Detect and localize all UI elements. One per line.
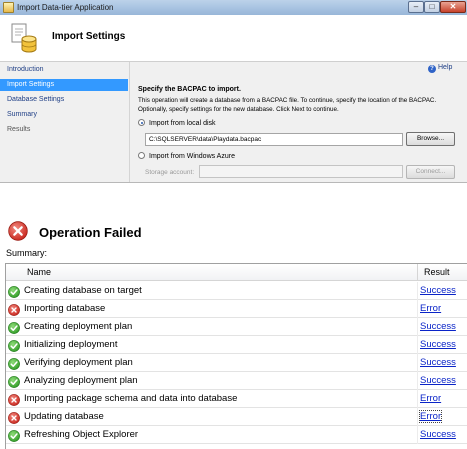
help-link[interactable]: ? Help — [428, 64, 452, 73]
row-divider — [417, 426, 418, 444]
table-row[interactable]: Creating deployment plan Success — [6, 318, 467, 336]
row-divider — [417, 372, 418, 390]
help-label: Help — [438, 64, 453, 71]
column-header-result[interactable]: Result — [424, 267, 450, 277]
check-icon — [8, 321, 20, 334]
nav-item-database-settings[interactable]: Database Settings — [0, 94, 128, 106]
table-row[interactable]: Importing package schema and data into d… — [6, 390, 467, 408]
table-row[interactable]: Refreshing Object Explorer Success — [6, 426, 467, 444]
success-link[interactable]: Success — [420, 321, 456, 332]
radio-azure[interactable] — [138, 152, 145, 159]
operation-title: Operation Failed — [39, 225, 142, 240]
error-icon — [8, 411, 20, 424]
success-link[interactable]: Success — [420, 339, 456, 350]
table-row[interactable]: Importing database Error — [6, 300, 467, 318]
connect-button: Connect... — [406, 165, 455, 179]
error-link[interactable]: Error — [420, 393, 441, 404]
row-divider — [417, 300, 418, 318]
section-heading: Specify the BACPAC to import. — [138, 86, 241, 93]
storage-account-input — [199, 165, 403, 178]
error-link[interactable]: Error — [418, 410, 443, 423]
section-description: This operation will create a database fr… — [138, 97, 437, 113]
column-divider[interactable] — [417, 264, 418, 281]
import-local-label: Import from local disk — [149, 120, 216, 127]
table-row[interactable]: Updating database Error — [6, 408, 467, 426]
success-link[interactable]: Success — [420, 429, 456, 440]
row-divider — [417, 282, 418, 300]
row-divider — [417, 390, 418, 408]
error-icon — [8, 393, 20, 406]
import-wizard-window: Import Data-tier Application – □ ✕ Impor… — [0, 0, 467, 183]
page-title: Import Settings — [52, 31, 126, 42]
title-bar[interactable]: Import Data-tier Application – □ ✕ — [0, 0, 467, 15]
error-icon — [8, 303, 20, 316]
nav-item-results: Results — [7, 126, 31, 133]
row-name: Updating database — [24, 411, 104, 422]
grid-header: Name Result — [6, 264, 467, 281]
check-icon — [8, 429, 20, 442]
check-icon — [8, 339, 20, 352]
nav-item-introduction[interactable]: Introduction — [0, 64, 128, 76]
row-name: Importing package schema and data into d… — [24, 393, 238, 404]
minimize-button[interactable]: – — [408, 1, 424, 13]
wizard-nav: Introduction Import Settings Database Se… — [0, 62, 130, 182]
close-button[interactable]: ✕ — [440, 1, 466, 13]
error-icon — [8, 221, 28, 241]
row-name: Creating database on target — [24, 285, 142, 296]
storage-account-label: Storage account: — [145, 169, 195, 176]
row-name: Refreshing Object Explorer — [24, 429, 139, 440]
row-divider — [417, 408, 418, 426]
table-row[interactable]: Verifying deployment plan Success — [6, 354, 467, 372]
database-import-icon — [11, 23, 37, 53]
row-name: Initializing deployment — [24, 339, 118, 350]
check-icon — [8, 357, 20, 370]
summary-label: Summary: — [6, 248, 48, 258]
import-azure-option[interactable]: Import from Windows Azure — [138, 152, 235, 161]
maximize-button[interactable]: □ — [424, 1, 440, 13]
help-icon: ? — [428, 65, 436, 73]
results-grid: Name Result Creating database on target S… — [5, 263, 467, 449]
success-link[interactable]: Success — [420, 357, 456, 368]
success-link[interactable]: Success — [420, 285, 456, 296]
app-icon — [3, 2, 14, 13]
error-link[interactable]: Error — [420, 303, 441, 314]
row-name: Creating deployment plan — [24, 321, 133, 332]
nav-item-import-settings[interactable]: Import Settings — [0, 79, 128, 91]
browse-button[interactable]: Browse... — [406, 132, 455, 146]
radio-local[interactable] — [138, 119, 145, 126]
row-name: Verifying deployment plan — [24, 357, 133, 368]
row-divider — [417, 354, 418, 372]
column-header-name[interactable]: Name — [27, 267, 51, 277]
table-row[interactable]: Creating database on target Success — [6, 282, 467, 300]
row-name: Importing database — [24, 303, 106, 314]
import-local-option[interactable]: Import from local disk — [138, 119, 216, 128]
success-link[interactable]: Success — [420, 375, 456, 386]
bacpac-path-input[interactable] — [145, 133, 403, 146]
nav-item-summary[interactable]: Summary — [0, 109, 128, 121]
window-title: Import Data-tier Application — [17, 3, 114, 12]
wizard-header: Import Settings — [0, 15, 467, 62]
table-row[interactable]: Analyzing deployment plan Success — [6, 372, 467, 390]
row-divider — [417, 318, 418, 336]
wizard-content: ? Help Specify the BACPAC to import. This… — [131, 62, 467, 182]
row-divider — [417, 336, 418, 354]
check-icon — [8, 285, 20, 298]
check-icon — [8, 375, 20, 388]
import-azure-label: Import from Windows Azure — [149, 153, 235, 160]
table-row[interactable]: Initializing deployment Success — [6, 336, 467, 354]
row-name: Analyzing deployment plan — [24, 375, 138, 386]
